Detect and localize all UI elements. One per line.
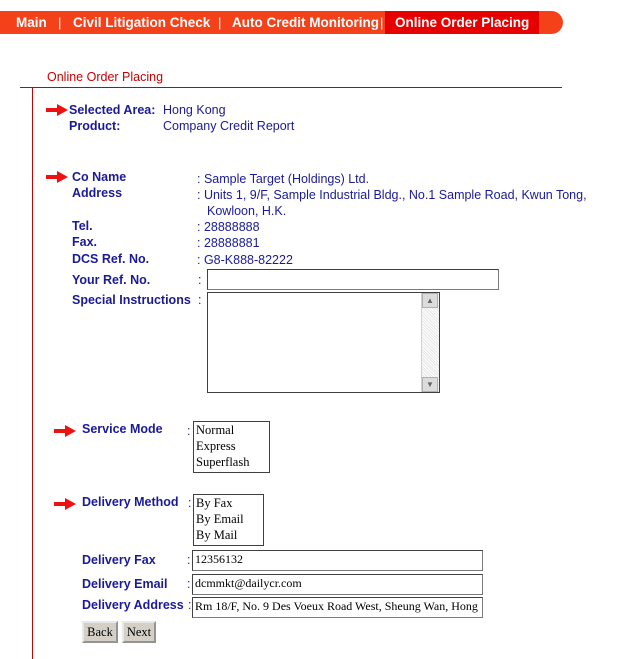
nav-item-online-order-placing[interactable]: Online Order Placing — [385, 11, 540, 34]
co-name-label: Co Name — [72, 170, 127, 184]
delivery-fax-label: Delivery Fax — [82, 553, 156, 567]
selected-area-value: Hong Kong — [163, 103, 226, 117]
address-value-line2: Kowloon, H.K. — [207, 204, 287, 218]
red-arrow-icon — [54, 498, 76, 510]
tel-value: : 28888888 — [197, 220, 260, 234]
co-name-value: : Sample Target (Holdings) Ltd. — [197, 172, 370, 186]
delivery-email-input[interactable]: dcmmkt@dailycr.com — [192, 574, 483, 595]
colon: : — [187, 424, 191, 438]
dcs-ref-label: DCS Ref. No. — [72, 252, 150, 266]
delivery-method-listbox[interactable]: By Fax By Email By Mail — [193, 494, 264, 546]
delivery-method-option-mail[interactable]: By Mail — [194, 527, 263, 543]
fax-value: : 28888881 — [197, 236, 260, 250]
your-ref-input[interactable] — [207, 269, 499, 290]
delivery-method-option-fax[interactable]: By Fax — [194, 495, 263, 511]
product-label: Product: — [69, 119, 121, 133]
address-value-line1: : Units 1, 9/F, Sample Industrial Bldg.,… — [197, 188, 587, 202]
divider — [32, 87, 33, 659]
service-mode-listbox[interactable]: Normal Express Superflash — [193, 421, 270, 473]
back-button[interactable]: Back — [82, 621, 118, 643]
red-arrow-icon — [54, 425, 76, 437]
service-mode-option-normal[interactable]: Normal — [194, 422, 269, 438]
scrollbar[interactable]: ▲ ▼ — [421, 293, 439, 392]
colon: : — [188, 496, 192, 510]
nav-item-civil-litigation-check[interactable]: Civil Litigation Check — [73, 11, 210, 34]
delivery-fax-input[interactable]: 12356132 — [192, 550, 483, 571]
special-instructions-textarea[interactable]: ▲ ▼ — [207, 292, 440, 393]
product-value: Company Credit Report — [163, 119, 295, 133]
red-arrow-icon — [46, 104, 68, 116]
top-nav: Main | Civil Litigation Check | Auto Cre… — [0, 11, 563, 34]
nav-item-auto-credit-monitoring[interactable]: Auto Credit Monitoring — [232, 11, 379, 34]
delivery-method-label: Delivery Method — [82, 495, 179, 509]
nav-separator: | — [58, 15, 62, 30]
dcs-ref-value: : G8-K888-82222 — [197, 253, 293, 267]
your-ref-label: Your Ref. No. — [72, 273, 151, 287]
colon: : — [187, 553, 191, 567]
next-button[interactable]: Next — [122, 621, 156, 643]
delivery-address-input[interactable]: Rm 18/F, No. 9 Des Voeux Road West, Sheu… — [192, 597, 483, 618]
colon: : — [198, 273, 202, 287]
colon: : — [198, 293, 202, 307]
nav-separator: | — [218, 15, 222, 30]
red-arrow-icon — [46, 171, 68, 183]
scroll-down-icon[interactable]: ▼ — [422, 377, 438, 392]
service-mode-option-express[interactable]: Express — [194, 438, 269, 454]
address-label: Address — [72, 186, 123, 200]
selected-area-label: Selected Area: — [69, 103, 156, 117]
nav-separator: | — [380, 15, 384, 30]
nav-item-main[interactable]: Main — [16, 11, 47, 34]
special-instructions-label: Special Instructions — [72, 293, 191, 307]
divider — [20, 87, 562, 88]
colon: : — [188, 598, 192, 612]
page-title: Online Order Placing — [47, 70, 164, 84]
service-mode-option-superflash[interactable]: Superflash — [194, 454, 269, 470]
delivery-address-label: Delivery Address — [82, 598, 184, 612]
colon: : — [187, 577, 191, 591]
scroll-up-icon[interactable]: ▲ — [422, 293, 438, 308]
tel-label: Tel. — [72, 219, 93, 233]
delivery-method-option-email[interactable]: By Email — [194, 511, 263, 527]
delivery-email-label: Delivery Email — [82, 577, 168, 591]
service-mode-label: Service Mode — [82, 422, 163, 436]
fax-label: Fax. — [72, 235, 98, 249]
